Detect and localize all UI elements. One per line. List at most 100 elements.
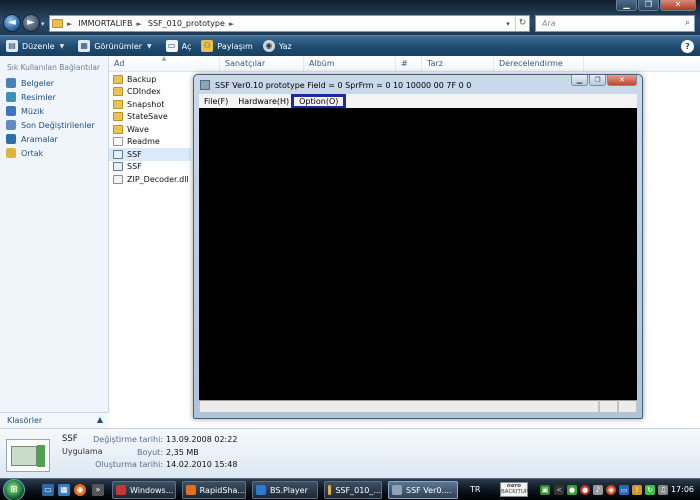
file-row[interactable]: SSF <box>109 148 191 161</box>
minimize-button[interactable]: ▁ <box>616 0 637 11</box>
ssf-minimize-button[interactable]: ▁ <box>571 75 588 86</box>
dll-icon <box>113 174 123 184</box>
emulator-screen[interactable] <box>199 108 637 400</box>
quicklaunch-chevron-icon[interactable]: » <box>92 484 104 496</box>
size-value: 2,35 MB <box>166 448 199 457</box>
firefox-icon[interactable]: ◉ <box>74 484 86 496</box>
file-thumbnail <box>6 439 50 472</box>
help-button[interactable]: ? <box>681 40 694 53</box>
folders-toggle[interactable]: Klasörler ▲ <box>0 412 109 428</box>
modified-value: 13.09.2008 02:22 <box>166 435 238 444</box>
tray-app-icon[interactable]: ▣ <box>540 485 550 495</box>
sidebar-item[interactable]: Ortak <box>0 146 108 160</box>
show-desktop-icon[interactable]: ▭ <box>42 484 54 496</box>
breadcrumb-arrow[interactable]: ► <box>67 20 72 28</box>
organize-icon: ▤ <box>6 40 18 52</box>
organize-button[interactable]: ▤ Düzenle ▼ <box>6 40 64 52</box>
open-label: Aç <box>181 41 192 51</box>
file-name: Snapshot <box>127 99 165 109</box>
forward-button[interactable]: ► <box>22 14 40 32</box>
taskbar-button[interactable]: BS.Player <box>252 481 318 499</box>
nero-backitup-icon[interactable]: nero BACKITUP <box>500 482 528 497</box>
open-button[interactable]: ▭ Aç <box>165 40 192 52</box>
column-artist[interactable]: Sanatçılar <box>220 56 304 71</box>
taskbar-button-label: Windows... <box>130 485 174 495</box>
status-panel <box>199 400 599 413</box>
taskbar-button[interactable]: SSF Ver0.... <box>388 481 458 499</box>
details-pane: SSF Uygulama Değiştirme tarihi: 13.09.20… <box>0 428 700 478</box>
sidebar-item-label: Aramalar <box>21 134 58 144</box>
taskbar-button-label: SSF Ver0.... <box>406 485 452 495</box>
tray-arrow-icon[interactable]: < <box>554 485 564 495</box>
sidebar-item[interactable]: Aramalar <box>0 132 108 146</box>
search-input[interactable]: Ara ⌕ <box>535 15 695 32</box>
tray-update-icon[interactable]: ↻ <box>645 485 655 495</box>
nero-sub: BACKITUP <box>501 489 529 495</box>
tray-volume-icon[interactable]: ♪ <box>593 485 603 495</box>
ssf-title: SSF Ver0.10 prototype Field = 0 SprFrm =… <box>215 80 472 90</box>
tray-monitor-icon[interactable]: ▭ <box>619 485 629 495</box>
column-album[interactable]: Albüm <box>304 56 396 71</box>
sidebar-item[interactable]: Müzik <box>0 104 108 118</box>
sidebar-item-icon <box>6 134 16 144</box>
taskbar-app-icon <box>186 485 196 495</box>
file-name: StateSave <box>127 112 168 122</box>
breadcrumb-arrow[interactable]: ► <box>136 20 141 28</box>
file-name: CDIndex <box>127 87 161 97</box>
column-name[interactable]: Ad ▲ <box>109 55 220 71</box>
column-name-label: Ad <box>114 59 125 68</box>
views-button[interactable]: ▦ Görünümler ▼ <box>78 40 152 52</box>
column-genre[interactable]: Tarz <box>422 56 494 71</box>
share-button[interactable]: ⚇ Paylaşım <box>201 40 253 52</box>
breadcrumb-item[interactable]: IMMORTALIFB <box>78 19 132 28</box>
start-button[interactable]: ⊞ <box>3 479 25 500</box>
taskbar-app-icon <box>328 485 332 495</box>
menu-option[interactable]: Option(O) <box>291 93 347 109</box>
address-bar[interactable]: ► IMMORTALIFB ► SSF_010_prototype ► ▾ ↻ <box>49 15 530 32</box>
sidebar-item-label: Ortak <box>21 148 44 158</box>
file-name: Readme <box>127 137 160 147</box>
ssf-menubar: File(F) Hardware(H) Option(O) <box>199 93 637 109</box>
burn-disc-icon: ◉ <box>262 40 275 52</box>
sidebar-item[interactable]: Belgeler <box>0 76 108 90</box>
menu-file[interactable]: File(F) <box>199 97 233 106</box>
burn-button[interactable]: ◉ Yaz <box>262 40 292 52</box>
breadcrumb-arrow[interactable]: ► <box>229 20 234 28</box>
ssf-titlebar: SSF Ver0.10 prototype Field = 0 SprFrm =… <box>200 79 471 91</box>
tray-firefox-icon[interactable]: ◉ <box>606 485 616 495</box>
burn-label: Yaz <box>278 41 292 51</box>
sidebar-item-label: Müzik <box>21 106 45 116</box>
breadcrumb-item[interactable]: SSF_010_prototype <box>148 19 225 28</box>
clock[interactable]: 17:06 <box>671 485 694 494</box>
maximize-button[interactable]: ❐ <box>638 0 659 11</box>
menu-hardware[interactable]: Hardware(H) <box>233 97 294 106</box>
address-dropdown[interactable]: ▾ <box>501 20 515 28</box>
sidebar-item[interactable]: Son Değiştirilenler <box>0 118 108 132</box>
ssf-maximize-button[interactable]: ❐ <box>589 75 606 86</box>
tray-speaker-icon[interactable]: ♫ <box>658 485 668 495</box>
language-indicator[interactable]: TR <box>470 485 480 494</box>
sidebar-item[interactable]: Resimler <box>0 90 108 104</box>
refresh-icon[interactable]: ↻ <box>515 16 529 31</box>
taskbar-button[interactable]: Windows... <box>112 481 176 499</box>
tray-security-icon[interactable]: ● <box>580 485 590 495</box>
close-button[interactable]: ✕ <box>660 0 696 11</box>
search-icon[interactable]: ⌕ <box>685 18 690 28</box>
taskbar-button-label: SSF_010_... <box>335 485 381 495</box>
tray-network-icon[interactable]: ● <box>567 485 577 495</box>
chevron-up-icon: ▲ <box>96 415 103 424</box>
ssf-close-button[interactable]: ✕ <box>607 75 637 86</box>
sidebar-item-icon <box>6 92 16 102</box>
tray-warning-icon[interactable]: ! <box>632 485 642 495</box>
switch-windows-icon[interactable]: ▦ <box>58 484 70 496</box>
back-button[interactable]: ◄ <box>3 14 21 32</box>
taskbar-button[interactable]: SSF_010_... <box>324 481 382 499</box>
search-placeholder: Ara <box>542 19 556 28</box>
file-name: ZIP_Decoder.dll <box>127 174 189 184</box>
taskbar-button[interactable]: RapidSha... <box>182 481 246 499</box>
sidebar-item-icon <box>6 120 16 130</box>
history-dropdown[interactable]: ▾ <box>41 20 45 28</box>
exe-icon <box>113 162 123 172</box>
column-track[interactable]: # <box>396 56 422 71</box>
column-rating[interactable]: Derecelendirme <box>494 56 584 71</box>
